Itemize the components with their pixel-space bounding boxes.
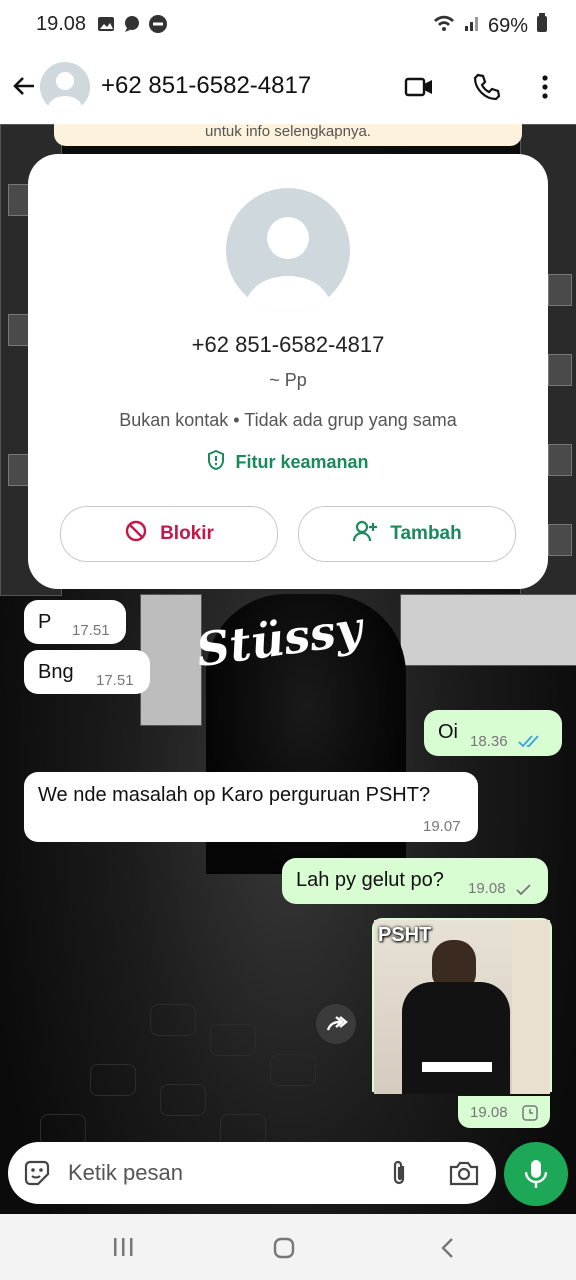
- block-label: Blokir: [160, 523, 214, 544]
- block-button[interactable]: Blokir: [60, 506, 278, 562]
- image-door: [512, 920, 550, 1094]
- wifi-icon: [432, 13, 456, 39]
- signal-icon: [464, 13, 480, 39]
- message-time: 19.08: [470, 1104, 508, 1121]
- status-bar: 19.08 69%: [0, 0, 576, 52]
- recent-apps-icon[interactable]: [112, 1236, 136, 1263]
- image-figure-body: [402, 982, 510, 1094]
- encryption-banner: untuk info selengkapnya.: [54, 124, 522, 146]
- message-input-placeholder[interactable]: Ketik pesan: [68, 1160, 183, 1186]
- wallpaper-window: [548, 274, 572, 306]
- contact-name: ~ Pp: [269, 370, 307, 390]
- gallery-notification-icon: [96, 14, 116, 34]
- message-text: Bng: [38, 661, 74, 683]
- add-contact-icon: [352, 519, 378, 549]
- wallpaper-low-building: [400, 594, 576, 666]
- wallpaper-window: [548, 444, 572, 476]
- sticker-icon[interactable]: [22, 1158, 52, 1188]
- block-icon: [124, 519, 148, 549]
- battery-icon: [536, 13, 548, 39]
- sent-check-icon: [516, 880, 532, 903]
- chat-title[interactable]: +62 851-6582-4817: [101, 72, 311, 100]
- image-timestamp-bar: 19.08: [458, 1096, 550, 1128]
- message-text: Lah py gelut po?: [296, 869, 444, 891]
- message-out[interactable]: Oi 18.36: [424, 710, 562, 756]
- contact-avatar: [226, 188, 350, 312]
- image-caption: PSHT: [378, 924, 432, 946]
- add-contact-label: Tambah: [390, 523, 462, 544]
- mic-icon: [522, 1158, 550, 1195]
- message-text: P: [38, 611, 52, 633]
- more-icon[interactable]: [530, 72, 560, 102]
- read-receipt-icon: [518, 732, 544, 755]
- home-icon[interactable]: [272, 1236, 298, 1265]
- message-time: 17.51: [96, 672, 134, 689]
- wallpaper-window: [548, 524, 572, 556]
- wallpaper-window: [548, 354, 572, 386]
- message-text: Oi: [438, 721, 458, 743]
- security-link[interactable]: Fitur keamanan: [28, 449, 548, 475]
- image-message[interactable]: PSHT: [372, 918, 552, 1094]
- chat-notification-icon: [122, 14, 142, 34]
- status-time: 19.08: [36, 13, 87, 35]
- back-arrow-icon[interactable]: [10, 72, 38, 100]
- avatar[interactable]: [40, 62, 90, 112]
- contact-info: Bukan kontak • Tidak ada grup yang sama: [119, 410, 457, 430]
- back-nav-icon[interactable]: [438, 1236, 458, 1265]
- image-figure-belt: [422, 1062, 492, 1072]
- attach-icon[interactable]: [384, 1158, 414, 1188]
- contact-card: +62 851-6582-4817 ~ Pp Bukan kontak • Ti…: [28, 154, 548, 589]
- battery-level: 69%: [487, 14, 528, 37]
- status-right: 69%: [432, 13, 548, 39]
- dnd-icon: [148, 14, 168, 34]
- camera-icon[interactable]: [448, 1158, 480, 1188]
- pending-clock-icon: [522, 1104, 538, 1127]
- notification-icons: [96, 14, 168, 34]
- message-in[interactable]: We nde masalah op Karo perguruan PSHT? 1…: [24, 772, 478, 842]
- forward-icon[interactable]: [316, 1004, 356, 1044]
- message-input-bar: Ketik pesan: [8, 1142, 496, 1204]
- security-label: Fitur keamanan: [235, 452, 369, 472]
- chat-area[interactable]: Stüssy untuk info selengkapnya. +62 851-…: [0, 124, 576, 1214]
- message-time: 19.07: [423, 818, 461, 835]
- message-time: 17.51: [72, 622, 110, 639]
- add-contact-button[interactable]: Tambah: [298, 506, 516, 562]
- message-in[interactable]: Bng 17.51: [24, 650, 150, 694]
- message-time: 19.08: [468, 880, 506, 897]
- phone-icon[interactable]: [472, 72, 502, 102]
- message-text: We nde masalah op Karo perguruan PSHT?: [38, 784, 431, 806]
- message-in[interactable]: P 17.51: [24, 600, 126, 644]
- shield-icon: [207, 449, 225, 475]
- system-nav-bar: [0, 1214, 576, 1280]
- image-thumbnail[interactable]: PSHT: [374, 920, 550, 1094]
- contact-number: +62 851-6582-4817: [191, 332, 385, 357]
- mic-button[interactable]: [504, 1142, 568, 1206]
- message-out[interactable]: Lah py gelut po? 19.08: [282, 858, 548, 904]
- video-call-icon[interactable]: [404, 72, 434, 102]
- message-time: 18.36: [470, 733, 508, 750]
- chat-header: +62 851-6582-4817: [0, 52, 576, 124]
